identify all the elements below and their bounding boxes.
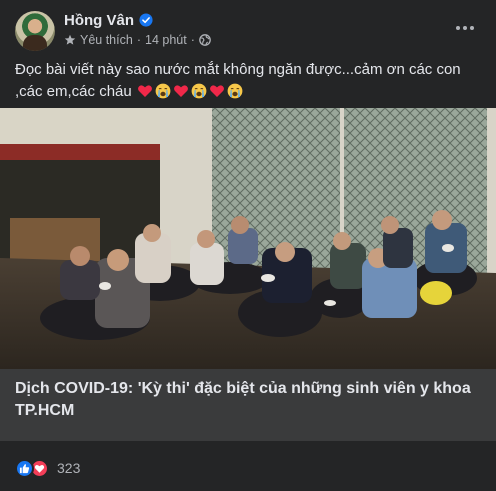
heart-icon <box>137 85 152 97</box>
post-photo[interactable] <box>0 108 496 369</box>
post-header: Hồng Vân Yêu thích · 14 phút · <box>0 0 496 58</box>
more-options-button[interactable] <box>455 18 475 38</box>
heart-icon <box>173 85 188 97</box>
crying-face-icon <box>155 83 171 99</box>
reactions-bar[interactable]: 323 <box>15 457 80 479</box>
heart-icon <box>209 85 224 97</box>
globe-icon <box>199 34 211 46</box>
author-row: Hồng Vân <box>64 11 153 29</box>
meta-separator: · <box>190 33 195 47</box>
dot-icon <box>456 26 460 30</box>
author-name[interactable]: Hồng Vân <box>64 12 134 29</box>
post-timestamp[interactable]: 14 phút <box>145 33 187 47</box>
post-card: Hồng Vân Yêu thích · 14 phút · Đọc bài v… <box>0 0 496 491</box>
link-preview-title[interactable]: Dịch COVID-19: 'Kỳ thi' đặc biệt của nhữ… <box>15 370 481 422</box>
author-avatar[interactable] <box>15 11 55 51</box>
like-reaction-icon <box>15 458 34 478</box>
crying-face-icon <box>227 83 243 99</box>
dot-icon <box>470 26 474 30</box>
crying-face-icon <box>191 83 207 99</box>
star-icon <box>64 34 76 45</box>
meta-separator: · <box>136 33 141 47</box>
verified-badge-icon <box>139 13 153 27</box>
thumbs-up-icon <box>19 463 30 473</box>
reaction-count[interactable]: 323 <box>57 460 80 476</box>
post-meta: Yêu thích · 14 phút · <box>64 32 211 48</box>
link-preview[interactable]: Dịch COVID-19: 'Kỳ thi' đặc biệt của nhữ… <box>0 369 496 441</box>
heart-icon <box>34 464 45 473</box>
post-caption: Đọc bài viết này sao nước mắt không ngăn… <box>15 59 485 103</box>
students-photo-illustration <box>0 108 496 369</box>
dot-icon <box>463 26 467 30</box>
link-preview-title-text: Dịch COVID-19: 'Kỳ thi' đặc biệt của nhữ… <box>15 380 471 419</box>
favorite-label: Yêu thích <box>80 33 133 47</box>
